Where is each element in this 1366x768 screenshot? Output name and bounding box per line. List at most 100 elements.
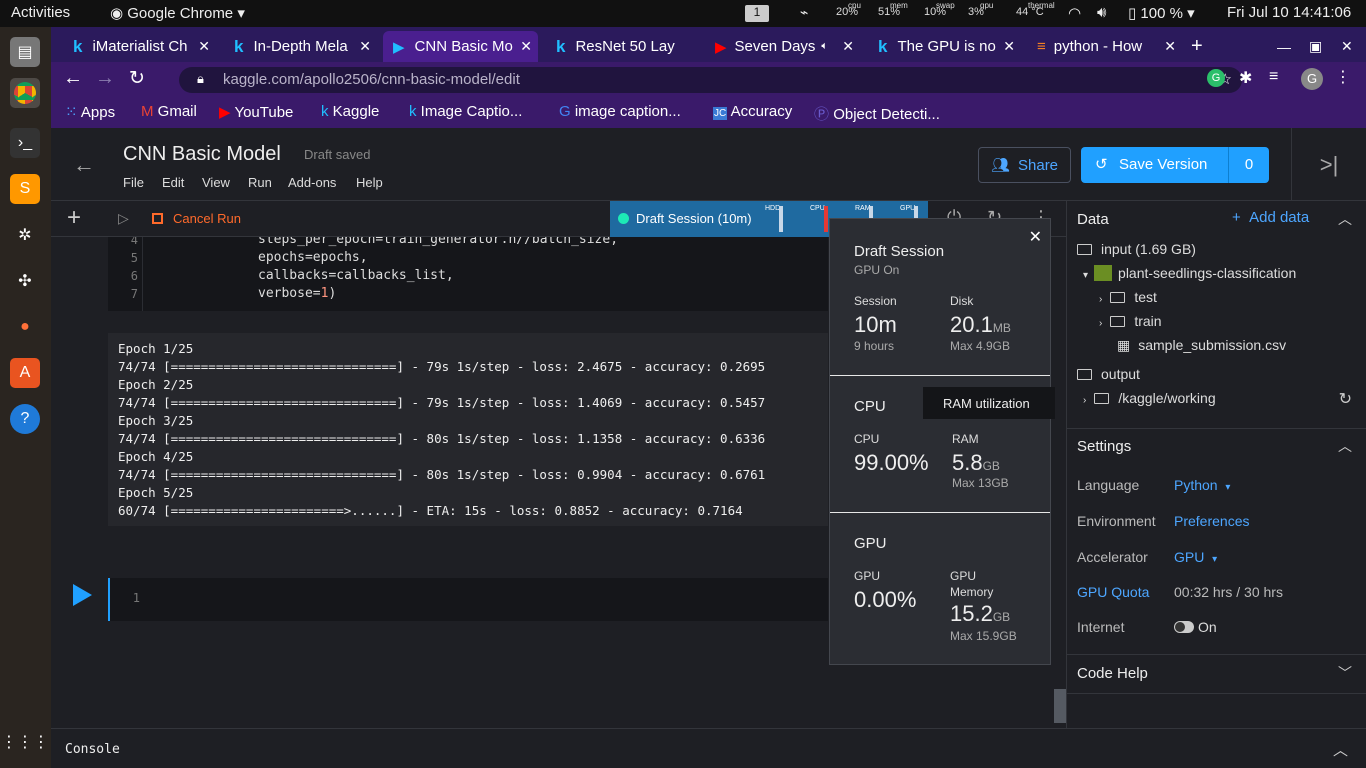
console-bar[interactable]: Console ︿	[51, 728, 1366, 768]
chevron-up-icon[interactable]: ︿	[1333, 739, 1348, 760]
tab-gpu[interactable]: k The GPU is no ✕	[866, 31, 1021, 62]
activities-button[interactable]: Activities	[11, 4, 70, 21]
spider-app-icon[interactable]: ✲	[10, 220, 40, 250]
tab-in-depth[interactable]: k In-Depth Mela ✕	[222, 31, 377, 62]
close-icon[interactable]: ✕	[198, 38, 210, 55]
collapse-panel-icon[interactable]: >|	[1291, 128, 1366, 201]
language-select[interactable]: Python ▾	[1174, 477, 1230, 493]
clock[interactable]: Fri Jul 10 14:41:06	[1227, 4, 1351, 21]
chevron-down-icon[interactable]: ﹀	[1338, 663, 1352, 683]
forward-icon[interactable]: →	[95, 67, 115, 90]
help-icon[interactable]: ?	[10, 404, 40, 434]
media-icon[interactable]: ≡	[1269, 68, 1278, 86]
tab-resnet[interactable]: k ResNet 50 Lay	[544, 31, 699, 62]
menu-run[interactable]: Run	[248, 175, 272, 190]
environment-link[interactable]: Preferences	[1174, 513, 1249, 529]
close-icon[interactable]: ✕	[1003, 38, 1015, 55]
bookmark-gmail[interactable]: M Gmail	[141, 103, 197, 120]
gpu-value: 0.00%	[854, 587, 917, 612]
run-icon[interactable]: ▷	[118, 210, 129, 227]
working-folder[interactable]: › /kaggle/working	[1083, 390, 1216, 406]
maximize-icon[interactable]: ▣	[1309, 31, 1322, 62]
scrollbar[interactable]	[1054, 689, 1066, 723]
stat-swap: swap 10%	[924, 1, 955, 18]
tab-seven-days[interactable]: ▶ Seven Days 🔈︎ ✕	[705, 31, 860, 62]
url-bar[interactable]: 🔒︎ kaggle.com/apollo2506/cnn-basic-model…	[179, 67, 1242, 93]
refresh-icon[interactable]: ↻	[1339, 389, 1352, 409]
workspace-indicator[interactable]: 1	[745, 5, 769, 22]
close-icon[interactable]: ✕	[1164, 38, 1176, 55]
kaggle-icon: k	[234, 36, 244, 56]
minimize-icon[interactable]: —	[1277, 31, 1291, 62]
bookmark-accuracy[interactable]: JC Accuracy	[713, 103, 792, 120]
battery-indicator[interactable]: ▯ 100 % ▾	[1128, 4, 1195, 22]
add-cell-icon[interactable]: +	[67, 204, 81, 232]
wifi-icon[interactable]: ◠	[1068, 4, 1081, 22]
bookmark-kaggle[interactable]: k Kaggle	[321, 103, 379, 120]
new-tab-button[interactable]: +	[1191, 31, 1215, 62]
meter-gpu-label: GPU	[900, 205, 916, 212]
tab-imaterialist[interactable]: k iMaterialist Ch ✕	[61, 31, 216, 62]
files-icon[interactable]: ▤	[10, 37, 40, 67]
menu-edit[interactable]: Edit	[162, 175, 184, 190]
dataset-item[interactable]: ▾ plant-seedlings-classification	[1083, 265, 1296, 281]
code-cell[interactable]: 4 steps_per_epoch=train_generator.n//bat…	[108, 237, 828, 311]
jc-icon: JC	[713, 107, 728, 120]
menu-file[interactable]: File	[123, 175, 144, 190]
tab-python-how[interactable]: ≡ python - How ✕	[1027, 31, 1182, 62]
chevron-up-icon[interactable]: ︿	[1338, 436, 1352, 456]
bookmark-youtube[interactable]: ▶ YouTube	[219, 103, 293, 121]
close-icon[interactable]: ✕	[520, 38, 532, 55]
tab-cnn-basic[interactable]: ▶ CNN Basic Mo ✕	[383, 31, 538, 62]
add-data-button[interactable]: + Add data	[1232, 209, 1309, 226]
chrome-menu-icon[interactable]: ⋮	[1335, 67, 1351, 87]
save-version-button[interactable]: ↺ Save Version 0	[1081, 147, 1269, 183]
folder-test[interactable]: › test	[1099, 289, 1157, 305]
input-folder[interactable]: input (1.69 GB)	[1077, 241, 1196, 257]
share-button[interactable]: 👥︎ Share	[978, 147, 1071, 183]
terminal-icon[interactable]: ›_	[10, 128, 40, 158]
volume-icon[interactable]: 🔊︎	[1097, 4, 1106, 21]
gpu-memory-value: 15.2GB	[950, 601, 1010, 627]
bookmark-image-caption-google[interactable]: G image caption...	[559, 103, 681, 120]
accelerator-select[interactable]: GPU ▾	[1174, 549, 1217, 565]
chevron-up-icon[interactable]: ︿	[1338, 209, 1352, 229]
empty-code-cell[interactable]: 1	[108, 578, 828, 621]
close-icon[interactable]: ✕	[359, 38, 371, 55]
reload-icon[interactable]: ↻	[129, 67, 145, 90]
bookmark-image-caption[interactable]: k Image Captio...	[409, 103, 522, 120]
table-file-icon: ▦	[1117, 337, 1131, 353]
save-version-label: Save Version	[1119, 156, 1208, 173]
back-icon[interactable]: ←	[63, 67, 83, 90]
menu-view[interactable]: View	[202, 175, 230, 190]
file-item[interactable]: ▦ sample_submission.csv	[1117, 337, 1286, 354]
chrome-icon[interactable]	[10, 78, 40, 108]
firefox-icon[interactable]: ●	[10, 312, 40, 342]
folder-icon	[1094, 393, 1110, 404]
system-top-bar: Activities ◉ Google Chrome ▾ 1 ⌁ cpu 20% …	[0, 0, 1366, 27]
menu-addons[interactable]: Add-ons	[288, 175, 336, 190]
run-cell-icon[interactable]	[73, 584, 92, 606]
extensions-icon[interactable]: ✱	[1239, 68, 1252, 88]
folder-train[interactable]: › train	[1099, 313, 1162, 329]
grammarly-icon[interactable]: G	[1207, 69, 1225, 87]
code-help-title[interactable]: Code Help	[1077, 665, 1148, 682]
page-title[interactable]: CNN Basic Model	[123, 143, 281, 166]
software-center-icon[interactable]: A	[10, 358, 40, 388]
internet-toggle[interactable]: On	[1174, 619, 1217, 635]
close-window-icon[interactable]: ✕	[1341, 31, 1353, 62]
slack-icon[interactable]: ✣	[10, 266, 40, 296]
version-count[interactable]: 0	[1228, 147, 1269, 183]
bookmark-apps[interactable]: ⁙ Apps	[65, 103, 115, 121]
bookmark-object-detection[interactable]: Ⓟ Object Detecti...	[814, 103, 940, 124]
cancel-run-button[interactable]: Cancel Run	[152, 211, 241, 226]
gpu-quota-link[interactable]: GPU Quota	[1077, 584, 1149, 600]
output-folder[interactable]: output	[1077, 366, 1140, 382]
close-icon[interactable]: ✕	[842, 38, 854, 55]
sublime-icon[interactable]: S	[10, 174, 40, 204]
menu-help[interactable]: Help	[356, 175, 383, 190]
back-arrow-icon[interactable]: ←	[73, 152, 95, 178]
app-menu[interactable]: ◉ Google Chrome ▾	[110, 4, 245, 22]
show-apps-icon[interactable]: ⋮⋮⋮	[1, 727, 49, 757]
profile-avatar[interactable]: G	[1301, 68, 1323, 90]
